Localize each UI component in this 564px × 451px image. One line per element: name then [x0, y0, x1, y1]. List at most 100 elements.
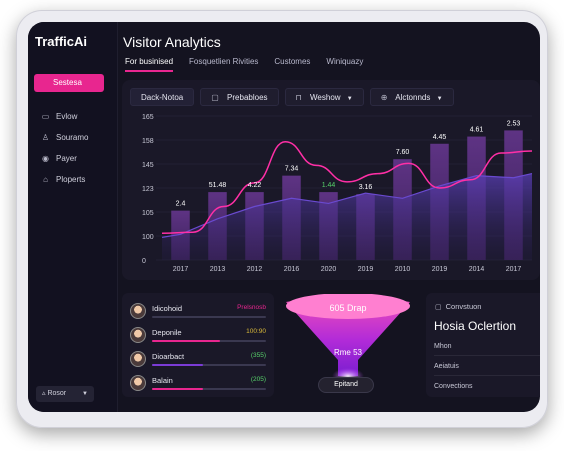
tab-1[interactable]: For businised [125, 57, 174, 72]
conversion-panel: ▢ Convstuon Hosia Oclertion Mhon Aeiatui… [426, 293, 540, 397]
list-item-value: Prelsnosb [237, 304, 266, 311]
app-screen: TrafficAi Sestesa ▭ Evlow ♙ Souramo ◉ Pa… [28, 22, 540, 412]
y-tick-label: 0 [142, 258, 146, 265]
funnel-top-label: 605 Drap [329, 303, 367, 313]
list-item-name: Deponile [152, 328, 182, 337]
bar-data-label: 4.61 [470, 127, 484, 134]
x-tick-label: 2014 [469, 266, 485, 273]
panel-item[interactable]: Mhon [434, 343, 540, 356]
chevron-down-icon: ▼ [436, 96, 443, 102]
y-tick-label: 105 [142, 210, 154, 217]
user-icon: ♙ [41, 133, 50, 142]
sidebar-item-label: Souramo [56, 133, 89, 142]
eye-icon: ◉ [42, 154, 49, 163]
drop-icon: ▵ [42, 390, 46, 397]
list-item-value: 100:90 [246, 328, 266, 335]
avatar [130, 375, 146, 391]
actions-label: Alctonnds [395, 93, 431, 102]
progress-fill [152, 340, 221, 342]
list-item[interactable]: Idicohoid Prelsnosb [130, 301, 272, 321]
chevron-down-icon: ▼ [346, 96, 353, 102]
x-tick-label: 2016 [284, 266, 300, 273]
y-tick-label: 100 [142, 234, 154, 241]
dataset-label: Dack-Notoa [141, 93, 184, 102]
chart-panel: Dack-Notoa ▢ Prebabloes ⊓ Weshow ▼ ⊕ Alc… [122, 80, 540, 280]
brand-logo: TrafficAi [35, 34, 88, 49]
progress-track [152, 388, 266, 390]
box-icon: ▢ [435, 303, 442, 311]
funnel-bottom-label: Epitand [334, 381, 358, 388]
funnel-middle-label: Rme 53 [333, 348, 362, 357]
bar-data-label: 51.48 [209, 182, 227, 189]
x-tick-label: 2017 [506, 266, 522, 273]
sidebar-item-active[interactable]: Sestesa [34, 74, 104, 92]
x-tick-label: 2013 [210, 266, 226, 273]
x-tick-label: 2017 [173, 266, 189, 273]
list-item[interactable]: Balain (205) [130, 373, 272, 393]
list-item-value: (205) [250, 376, 266, 383]
home-icon: ⌂ [43, 175, 48, 184]
visitor-chart: 165 158 145 123 105 100 0 2.4 2017 51.48 2013 4.22… [142, 114, 533, 273]
panel-header: ▢ Convstuon [435, 302, 481, 311]
tab-3[interactable]: Customes [274, 57, 310, 72]
list-item-name: Idicohoid [152, 304, 183, 313]
bar-data-label: 2.53 [507, 120, 521, 127]
sidebar-item-label: Ploperts [56, 175, 86, 184]
list-item-name: Balain [152, 376, 173, 385]
progress-track [152, 340, 266, 342]
progress-track [152, 316, 266, 318]
show-label: Weshow [310, 93, 341, 102]
bar-data-label: 7.34 [285, 166, 299, 173]
y-tick-label: 158 [142, 138, 154, 145]
tab-4[interactable]: Winiquazy [326, 57, 363, 72]
sidebar: TrafficAi Sestesa ▭ Evlow ♙ Souramo ◉ Pa… [28, 22, 118, 412]
bar-data-label: 4.22 [248, 182, 262, 189]
avatar [130, 351, 146, 367]
list-item[interactable]: Dioarbact (355) [130, 349, 272, 369]
funnel-bottom-pill[interactable]: Epitand [318, 377, 374, 393]
preset-button[interactable]: ▢ Prebabloes [200, 88, 279, 106]
panel-header-label: Convstuon [445, 302, 482, 311]
sidebar-item-label: Payer [56, 154, 77, 163]
sidebar-active-label: Sestesa [53, 78, 82, 87]
sidebar-item-payer[interactable]: ◉ Payer [41, 154, 77, 163]
grid-icon: ▭ [41, 112, 50, 121]
show-dropdown[interactable]: ⊓ Weshow ▼ [284, 88, 364, 106]
page-title: Visitor Analytics [123, 34, 221, 50]
list-item-name: Dioarbact [152, 352, 185, 361]
panel-item[interactable]: Aeiatuis [434, 363, 540, 376]
sidebar-item-evlow[interactable]: ▭ Evlow [41, 112, 78, 121]
y-tick-label: 145 [142, 162, 154, 169]
chevron-down-icon: ▼ [82, 391, 88, 397]
bar-data-label: 3.16 [359, 184, 373, 191]
user-menu-label: Rosor [47, 390, 67, 397]
progress-fill [152, 364, 204, 366]
sidebar-item-ploperts[interactable]: ⌂ Ploperts [41, 175, 85, 184]
tab-2[interactable]: Fosquetlien Rivities [189, 57, 258, 72]
avatar [130, 303, 146, 319]
x-tick-label: 2019 [358, 266, 374, 273]
panel-item[interactable]: Convections [434, 383, 540, 395]
actions-dropdown[interactable]: ⊕ Alctonnds ▼ [369, 88, 454, 106]
list-item-value: (355) [250, 352, 266, 359]
avatar [130, 327, 146, 343]
sidebar-item-label: Evlow [56, 112, 78, 121]
x-tick-label: 2010 [395, 266, 411, 273]
dataset-selector[interactable]: Dack-Notoa [130, 88, 195, 106]
sidebar-item-souramo[interactable]: ♙ Souramo [41, 133, 89, 142]
y-tick-label: 123 [142, 186, 154, 193]
x-tick-label: 2020 [321, 266, 337, 273]
y-tick-label: 165 [142, 114, 154, 121]
list-item[interactable]: Deponile 100:90 [130, 325, 272, 345]
panel-title: Hosia Oclertion [434, 319, 517, 333]
bar-data-label: 4.45 [433, 134, 447, 141]
calendar-icon: ▢ [211, 93, 219, 102]
filter-icon: ⊕ [380, 93, 388, 102]
progress-track [152, 364, 266, 366]
list-panel: Idicohoid Prelsnosb Deponile 100:90 Dioa… [122, 293, 274, 397]
progress-fill [152, 388, 204, 390]
x-tick-label: 2012 [247, 266, 263, 273]
user-menu[interactable]: ▵ Rosor ▼ [36, 386, 94, 402]
chart-toolbar: Dack-Notoa ▢ Prebabloes ⊓ Weshow ▼ ⊕ Alc… [130, 88, 454, 106]
lock-icon: ⊓ [295, 93, 302, 102]
